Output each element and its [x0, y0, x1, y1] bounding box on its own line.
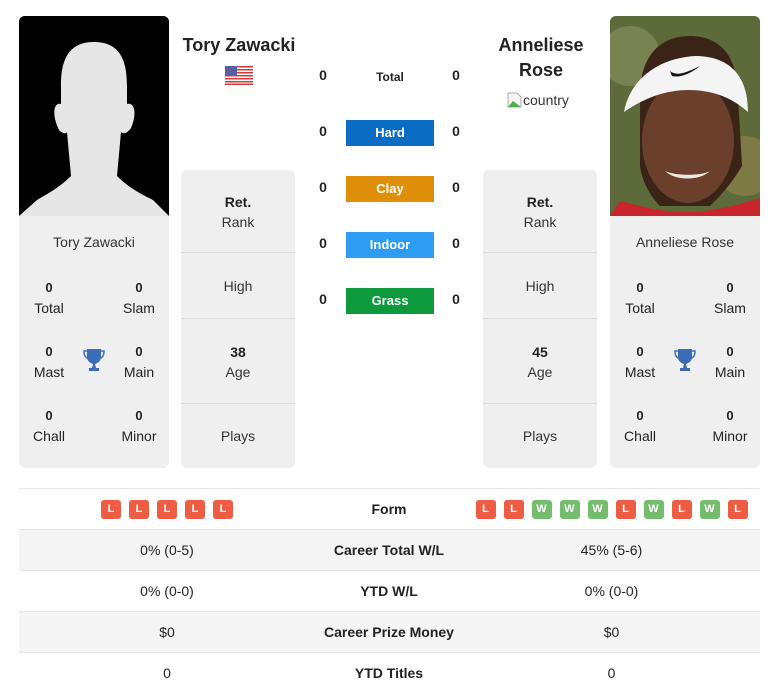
- age: 45 Age: [527, 344, 553, 380]
- loss-badge[interactable]: L: [185, 500, 205, 519]
- h2h-left-total: 0: [319, 67, 327, 83]
- player-left-name[interactable]: Tory Zawacki: [176, 33, 302, 58]
- form-right: LLWWWLWLWL: [463, 489, 760, 530]
- trophy-icon: [674, 348, 696, 372]
- h2h-right-total: 0: [452, 67, 460, 83]
- divider: [181, 318, 295, 319]
- broken-image-icon: [507, 92, 522, 108]
- comparison-right: 0% (0-0): [584, 583, 639, 599]
- win-badge[interactable]: W: [531, 500, 552, 519]
- surface-total: Total: [376, 70, 404, 84]
- high-rank: High: [223, 278, 253, 294]
- h2h-right-hard: 0: [452, 123, 460, 139]
- loss-badge[interactable]: L: [101, 500, 121, 519]
- titles-total: 0 Total: [34, 280, 64, 316]
- h2h-right-indoor: 0: [452, 235, 460, 251]
- comparison-row: 0% (0-0) YTD W/L 0% (0-0): [19, 570, 760, 611]
- comparison-right: 0: [607, 665, 616, 681]
- rank: Ret. Rank: [221, 194, 255, 230]
- titles-chall: 0 Chall: [33, 408, 65, 444]
- surface-indoor: Indoor: [346, 232, 434, 258]
- surface-grass: Grass: [346, 288, 434, 314]
- divider: [181, 252, 295, 253]
- player-right-card-name: Anneliese Rose: [635, 234, 735, 250]
- win-badge[interactable]: W: [699, 500, 720, 519]
- h2h-left-indoor: 0: [319, 235, 327, 251]
- titles-mast: 0 Mast: [33, 344, 65, 380]
- divider: [483, 252, 597, 253]
- loss-badge[interactable]: L: [475, 500, 496, 519]
- trophy-icon: [83, 348, 105, 372]
- country-flag-broken-image: country: [507, 92, 569, 108]
- player-portrait-image: [610, 16, 760, 216]
- surface-clay: Clay: [346, 176, 434, 202]
- comparison-label: YTD Titles: [354, 665, 424, 681]
- form-label: Form: [371, 501, 407, 517]
- player-left-titles-card: Tory Zawacki 0 Total 0 Slam 0 Mast 0 Main 0C…: [19, 216, 169, 468]
- loss-badge[interactable]: L: [213, 500, 233, 519]
- us-flag-icon: [225, 66, 253, 90]
- comparison-left: 0% (0-0): [140, 583, 194, 599]
- comparison-row: $0 Career Prize Money $0: [19, 611, 760, 652]
- h2h-left-grass: 0: [319, 291, 327, 307]
- comparison-label: Career Total W/L: [333, 542, 445, 558]
- loss-badge[interactable]: L: [157, 500, 177, 519]
- comparison-label: Career Prize Money: [324, 624, 454, 640]
- titles-minor: 0 Minor: [712, 408, 748, 444]
- titles-mast: 0 Mast: [624, 344, 656, 380]
- loss-badge[interactable]: L: [727, 500, 748, 519]
- comparison-left: 0% (0-5): [140, 542, 194, 558]
- comparison-row: 0 YTD Titles 0: [19, 652, 760, 693]
- plays: Plays: [522, 428, 558, 444]
- h2h-left-clay: 0: [319, 179, 327, 195]
- player-right-name[interactable]: Anneliese Rose: [478, 33, 604, 83]
- comparison-left: 0: [163, 665, 171, 681]
- loss-badge[interactable]: L: [671, 500, 692, 519]
- loss-badge[interactable]: L: [503, 500, 524, 519]
- loss-badge[interactable]: L: [129, 500, 149, 519]
- player-left-info: Ret. Rank High 38 Age Plays: [181, 170, 295, 468]
- h2h-left-hard: 0: [319, 123, 327, 139]
- rank: Ret. Rank: [523, 194, 557, 230]
- titles-slam: 0 Slam: [123, 280, 155, 316]
- player-left-photo: [19, 16, 169, 216]
- silhouette-icon: [19, 16, 169, 216]
- player-right-photo: [610, 16, 760, 216]
- surface-hard: Hard: [346, 120, 434, 146]
- comparison-right: 45% (5-6): [580, 542, 643, 558]
- titles-total: 0 Total: [625, 280, 655, 316]
- form-row: LLLLL Form LLWWWLWLWL: [19, 488, 760, 529]
- divider: [483, 318, 597, 319]
- win-badge[interactable]: W: [587, 500, 608, 519]
- comparison-right: $0: [603, 624, 620, 640]
- comparison-row: 0% (0-5) Career Total W/L 45% (5-6): [19, 529, 760, 570]
- win-badge[interactable]: W: [559, 500, 580, 519]
- comparison-left: $0: [159, 624, 175, 640]
- plays: Plays: [220, 428, 256, 444]
- loss-badge[interactable]: L: [615, 500, 636, 519]
- divider: [181, 403, 295, 404]
- win-badge[interactable]: W: [643, 500, 664, 519]
- titles-main: 0 Main: [123, 344, 155, 380]
- titles-minor: 0 Minor: [121, 408, 157, 444]
- comparison-label: YTD W/L: [360, 583, 418, 599]
- form-left: LLLLL: [19, 489, 315, 530]
- high-rank: High: [525, 278, 555, 294]
- player-right-titles-card: Anneliese Rose 0 Total 0 Slam 0 Mast 0 Main …: [610, 216, 760, 468]
- titles-slam: 0 Slam: [714, 280, 746, 316]
- age: 38 Age: [225, 344, 251, 380]
- h2h-right-grass: 0: [452, 291, 460, 307]
- player-left-card-name: Tory Zawacki: [53, 234, 135, 250]
- h2h-right-clay: 0: [452, 179, 460, 195]
- titles-main: 0 Main: [714, 344, 746, 380]
- player-right-info: Ret. Rank High 45 Age Plays: [483, 170, 597, 468]
- titles-chall: 0 Chall: [624, 408, 656, 444]
- divider: [483, 403, 597, 404]
